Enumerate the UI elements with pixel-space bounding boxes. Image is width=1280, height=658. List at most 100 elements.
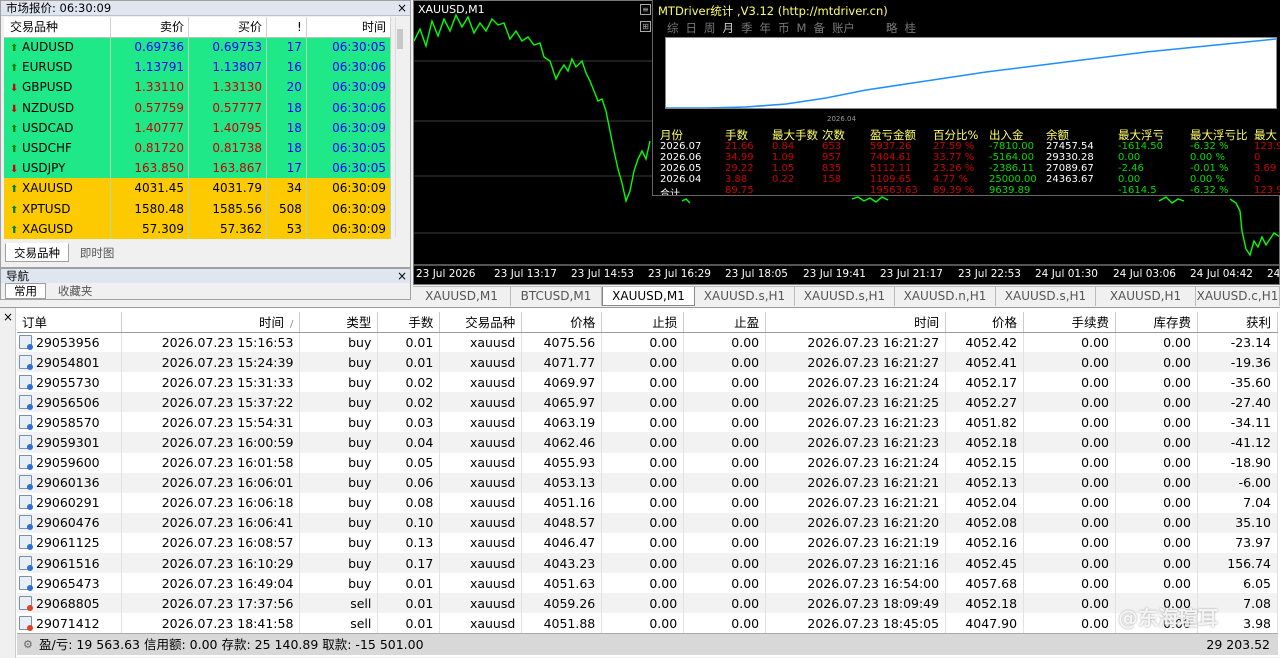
symbol-row[interactable]: ⬆ AUDUSD 0.69736 0.69753 17 06:30:05 xyxy=(4,37,392,58)
order-row[interactable]: 29061516 2026.07.23 16:10:29 buy 0.17 xauusd… xyxy=(17,553,1279,574)
order-row[interactable]: 29060476 2026.07.23 16:06:41 buy 0.10 xauusd… xyxy=(17,512,1279,533)
stats-cell: 2026.07 xyxy=(660,141,702,152)
order-value: -27.40 xyxy=(1230,394,1271,410)
order-cell: 29055730 xyxy=(17,372,123,393)
tab-day[interactable]: 日 xyxy=(686,21,698,35)
order-value: 0.00 xyxy=(1163,535,1191,551)
tab-strategy[interactable]: 略 xyxy=(886,21,898,35)
toggle-icon[interactable]: ≡ xyxy=(640,4,651,15)
quote-time: 06:30:09 xyxy=(306,218,392,239)
symbol-row[interactable]: ⬆ XAGUSD 57.309 57.362 53 06:30:09 xyxy=(4,218,392,239)
order-cell: 2026.07.23 16:01:58 xyxy=(121,452,301,473)
tab-month[interactable]: 月 xyxy=(723,21,735,35)
chart-tab[interactable]: XAUUSD.s,H1 xyxy=(996,287,1096,306)
tab-summary[interactable]: 综 xyxy=(667,21,679,35)
tab-tick-chart[interactable]: 即时图 xyxy=(71,244,123,263)
chart-tab[interactable]: BTCUSD,M1 xyxy=(511,287,602,306)
column-header[interactable]: 价格 xyxy=(945,312,1025,333)
order-row[interactable]: 29054801 2026.07.23 15:24:39 buy 0.01 xauusd… xyxy=(17,352,1279,373)
column-header[interactable]: 手续费 xyxy=(1023,312,1116,333)
order-value: xauusd xyxy=(469,374,516,390)
tab-note[interactable]: 备 xyxy=(813,21,825,35)
order-row[interactable]: 29059301 2026.07.23 16:00:59 buy 0.04 xauusd… xyxy=(17,432,1279,453)
order-row[interactable]: 29065473 2026.07.23 16:49:04 buy 0.01 xauusd… xyxy=(17,573,1279,594)
order-cell: 0.00 xyxy=(601,372,685,393)
tab-quarter[interactable]: 季 xyxy=(741,21,753,35)
column-header[interactable]: 手数 xyxy=(377,312,441,333)
order-row[interactable]: 29055730 2026.07.23 15:31:33 buy 0.02 xauusd… xyxy=(17,372,1279,393)
symbol-row[interactable]: ⬆ XAUUSD 4031.45 4031.79 34 06:30:09 xyxy=(4,178,392,199)
symbol-cell: ⬇ NZDUSD xyxy=(4,97,111,118)
order-cell: 2026.07.23 16:49:04 xyxy=(121,573,301,594)
chart-tab[interactable]: XAUUSD.s,H1 xyxy=(695,287,795,306)
tab-account[interactable]: 账户 xyxy=(832,21,855,35)
column-header[interactable]: 时间 xyxy=(306,17,392,38)
close-icon[interactable]: × xyxy=(397,269,407,283)
column-header[interactable]: 订单 xyxy=(17,312,123,333)
column-header[interactable]: 止盈 xyxy=(683,312,767,333)
mtdriver-tabs: 综日周月季年币 M 备账户 略桂 xyxy=(667,20,923,36)
symbol-row[interactable]: ⬇ GBPUSD 1.33110 1.33130 20 06:30:09 xyxy=(4,77,392,98)
order-value: 0.00 xyxy=(1163,515,1191,531)
column-header[interactable]: 类型 xyxy=(299,312,379,333)
account-summary: 盈/亏: 19 563.63 信用额: 0.00 存款: 25 140.89 取… xyxy=(39,637,424,652)
order-value: 2026.07.23 16:21:23 xyxy=(807,435,940,451)
order-cell: 0.00 xyxy=(1115,472,1198,493)
symbol-row[interactable]: ⬇ NZDUSD 0.57759 0.57777 18 06:30:06 xyxy=(4,97,392,118)
symbol-row[interactable]: ⬆ USDCAD 1.40777 1.40795 18 06:30:09 xyxy=(4,117,392,138)
tab-extra[interactable]: 桂 xyxy=(904,21,916,35)
chart-tab[interactable]: XAUUSD.s,H1 xyxy=(795,287,895,306)
symbol-row[interactable]: ⬆ XPTUSD 1580.48 1585.56 508 06:30:09 xyxy=(4,198,392,219)
column-header[interactable]: 价格 xyxy=(521,312,603,333)
chart-tab[interactable]: XAUUSD,H1 xyxy=(1096,287,1196,306)
expand-icon[interactable]: ⊞ xyxy=(640,21,651,32)
order-row[interactable]: 29058570 2026.07.23 15:54:31 buy 0.03 xauusd… xyxy=(17,412,1279,433)
column-header[interactable]: 库存费 xyxy=(1115,312,1198,333)
order-cell: 29060136 xyxy=(17,472,123,493)
order-row[interactable]: 29053956 2026.07.23 15:16:53 buy 0.01 xauusd… xyxy=(17,332,1279,353)
symbol-row[interactable]: ⬇ USDJPY 163.850 163.867 17 06:30:05 xyxy=(4,158,392,179)
close-icon[interactable]: × xyxy=(397,1,407,15)
stats-cell: 25000.00 xyxy=(989,174,1037,185)
close-icon[interactable]: × xyxy=(3,310,13,324)
order-row[interactable]: 29061125 2026.07.23 16:08:57 buy 0.13 xauusd… xyxy=(17,532,1279,554)
chart-tab[interactable]: XAUUSD.n,H1 xyxy=(895,287,996,306)
symbol-row[interactable]: ⬆ EURUSD 1.13791 1.13807 16 06:30:06 xyxy=(4,57,392,78)
scrollbar-thumb[interactable] xyxy=(397,29,403,49)
order-row[interactable]: 29068805 2026.07.23 17:37:56 sell 0.01 xauus… xyxy=(17,593,1279,614)
chart-tab[interactable]: XAUUSD,M1 xyxy=(602,287,695,306)
tab-currency[interactable]: 币 xyxy=(778,21,790,35)
tab-favorites[interactable]: 收藏夹 xyxy=(50,284,101,300)
scrollbar[interactable] xyxy=(395,17,407,237)
tab-week[interactable]: 周 xyxy=(704,21,716,35)
order-cell: 0.00 xyxy=(683,573,767,594)
column-header[interactable]: 卖价 xyxy=(110,17,189,38)
column-header[interactable]: 时间 xyxy=(765,312,947,333)
order-row[interactable]: 29059600 2026.07.23 16:01:58 buy 0.05 xauusd… xyxy=(17,452,1279,473)
order-value: 29061516 xyxy=(36,555,100,571)
column-header[interactable]: 交易品种 xyxy=(439,312,523,333)
column-header[interactable]: 交易品种 xyxy=(4,17,111,38)
column-header[interactable]: 买价 xyxy=(188,17,267,38)
order-row[interactable]: 29056506 2026.07.23 15:37:22 buy 0.02 xauusd… xyxy=(17,392,1279,413)
chart-tab[interactable]: XAUUSD,M1 xyxy=(413,287,511,306)
order-row[interactable]: 29060136 2026.07.23 16:06:01 buy 0.06 xauusd… xyxy=(17,472,1279,493)
order-cell: 0.00 xyxy=(1115,392,1198,413)
order-row[interactable]: 29071412 2026.07.23 18:41:58 sell 0.01 xauus… xyxy=(17,613,1279,634)
order-row[interactable]: 29060291 2026.07.23 16:06:18 buy 0.08 xauusd… xyxy=(17,492,1279,513)
stats-cell: -0.01 % xyxy=(1190,163,1229,174)
order-value: 0.00 xyxy=(649,475,678,491)
column-header[interactable]: 止损 xyxy=(601,312,685,333)
symbol-name: XAUUSD xyxy=(22,181,73,196)
tab-common[interactable]: 常用 xyxy=(5,283,46,299)
tab-magic[interactable]: M xyxy=(797,21,807,35)
tab-year[interactable]: 年 xyxy=(760,21,772,35)
column-header[interactable]: 时间 / xyxy=(121,312,301,333)
order-value: 2026.07.23 16:21:27 xyxy=(807,334,940,350)
column-header[interactable]: 获利 xyxy=(1197,312,1279,333)
chart-tab[interactable]: XAUUSD.c,H1 xyxy=(1196,287,1280,306)
tab-symbols[interactable]: 交易品种 xyxy=(5,243,69,262)
symbol-row[interactable]: ⬆ USDCHF 0.81720 0.81738 18 06:30:05 xyxy=(4,137,392,159)
column-header[interactable]: ! xyxy=(266,17,307,38)
order-cell: 2026.07.23 16:21:27 xyxy=(765,352,947,373)
